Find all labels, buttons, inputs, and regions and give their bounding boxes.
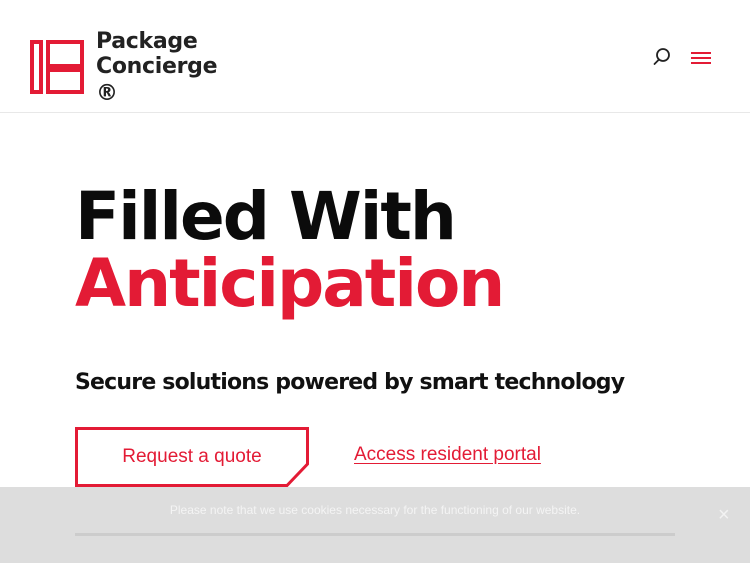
cookie-banner: Please note that we use cookies necessar…	[0, 487, 750, 563]
brand-name-line2: Concierge ®	[96, 54, 218, 106]
close-icon[interactable]: ×	[718, 505, 730, 525]
cookie-notice-text: Please note that we use cookies necessar…	[169, 503, 581, 517]
request-quote-label: Request a quote	[122, 446, 262, 467]
brand-name-line1: Package	[96, 29, 198, 54]
brand-wordmark: Package Concierge ®	[96, 29, 218, 106]
hero-title-line1: Filled With	[75, 178, 457, 255]
hamburger-menu-icon[interactable]	[691, 50, 711, 66]
hero-title: Filled With Anticipation	[75, 178, 505, 322]
package-concierge-logo-icon	[30, 39, 84, 94]
search-icon[interactable]	[652, 47, 672, 67]
hero-title-line2: Anticipation	[75, 245, 505, 322]
hero-subtitle: Secure solutions powered by smart techno…	[75, 370, 625, 395]
resident-portal-link[interactable]: Access resident portal	[354, 444, 541, 466]
request-quote-button[interactable]: Request a quote	[75, 427, 309, 487]
registered-mark: ®	[96, 81, 118, 106]
cookie-accept-button[interactable]	[330, 527, 420, 543]
site-header: Package Concierge ®	[0, 0, 750, 113]
brand-logo[interactable]: Package Concierge ®	[30, 29, 218, 106]
